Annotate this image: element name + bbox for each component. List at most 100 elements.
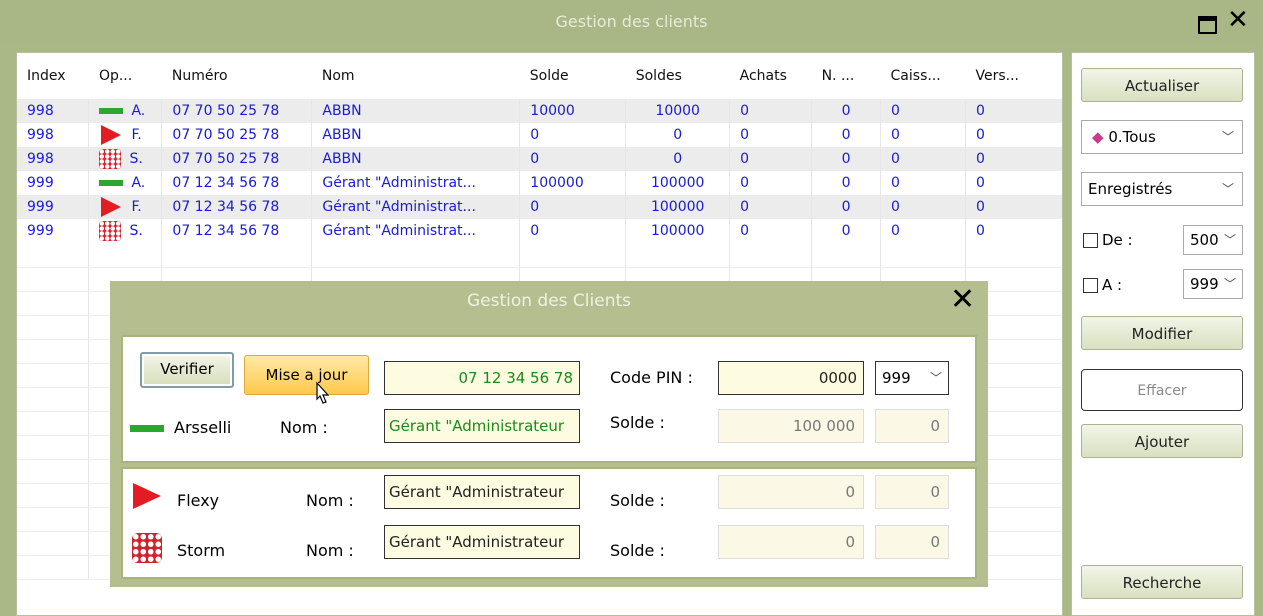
cell-op: F.: [88, 195, 163, 219]
storm-label: Storm: [177, 541, 226, 560]
cell-caiss: 0: [880, 123, 966, 147]
actualiser-button[interactable]: Actualiser: [1081, 68, 1243, 102]
de-value: 500: [1190, 231, 1219, 249]
cell-op-text: S.: [129, 223, 143, 239]
empty-cell: [17, 483, 90, 508]
cell-caiss: 0: [880, 171, 966, 195]
verifier-button[interactable]: Verifier: [140, 352, 234, 388]
chevron-down-icon: ﹀: [1223, 277, 1236, 291]
empty-cell: [965, 243, 1062, 268]
maximize-icon[interactable]: [1198, 16, 1217, 34]
empty-cell: [17, 555, 90, 580]
pin-select[interactable]: 999 ﹀: [875, 361, 949, 395]
de-select[interactable]: 500 ﹀: [1183, 225, 1243, 255]
recherche-button[interactable]: Recherche: [1081, 565, 1243, 599]
col-header-caiss[interactable]: Caiss...: [881, 53, 966, 99]
cell-nom: ABBN: [311, 147, 521, 171]
table-row[interactable]: 998 F. 07 70 50 25 78 ABBN 0 0 0 0 0 0: [17, 123, 1062, 147]
a-value: 999: [1190, 275, 1219, 293]
dialog-section-others: Flexy Nom : Gérant "Administrateur Solde…: [121, 467, 977, 579]
cell-caiss: 0: [880, 99, 966, 123]
window-title: Gestion des clients: [555, 12, 708, 31]
code-pin-field[interactable]: 0000: [718, 361, 864, 395]
cell-solde: 0: [519, 147, 627, 171]
cell-nom: Gérant "Administrat...: [311, 171, 521, 195]
cell-achats: 0: [729, 99, 813, 123]
modifier-button[interactable]: Modifier: [1081, 316, 1243, 350]
status-filter-select[interactable]: Enregistrés ﹀: [1081, 172, 1243, 206]
cell-n: 0: [811, 195, 882, 219]
table-row[interactable]: 999 A. 07 12 34 56 78 Gérant "Administrat..…: [17, 171, 1062, 195]
table-row[interactable]: 998 S. 07 70 50 25 78 ABBN 0 0 0 0 0 0: [17, 147, 1062, 171]
arsselli-nom-label: Nom :: [280, 418, 328, 437]
empty-cell: [811, 243, 882, 268]
cell-solde: 0: [519, 123, 627, 147]
col-header-index[interactable]: Index: [17, 53, 89, 99]
flexy-solde-label: Solde :: [610, 491, 665, 510]
empty-cell: [625, 243, 731, 268]
table-row[interactable]: 999 F. 07 12 34 56 78 Gérant "Administrat..…: [17, 195, 1062, 219]
cell-nom: ABBN: [311, 99, 521, 123]
storm-extra-field: 0: [875, 525, 949, 559]
col-header-op[interactable]: Op...: [89, 53, 162, 99]
cell-soldes: 0: [625, 123, 731, 147]
empty-cell: [729, 243, 813, 268]
empty-cell: [17, 267, 90, 292]
flexy-solde-field: 0: [718, 475, 864, 509]
cell-soldes: 10000: [625, 99, 731, 123]
cell-numero: 07 70 50 25 78: [161, 99, 313, 123]
operator-filter-value: 0.Tous: [1108, 128, 1156, 146]
ajouter-button[interactable]: Ajouter: [1081, 424, 1243, 458]
cell-soldes: 100000: [625, 219, 731, 243]
cell-soldes: 0: [625, 147, 731, 171]
empty-cell: [88, 243, 163, 268]
flexy-extra-field: 0: [875, 475, 949, 509]
cell-numero: 07 12 34 56 78: [161, 195, 313, 219]
close-icon[interactable]: ✕: [1227, 7, 1249, 33]
green-bar-icon: [99, 108, 124, 114]
arsselli-logo-icon: [130, 425, 164, 432]
chevron-down-icon: ﹀: [1221, 182, 1234, 196]
col-header-numero[interactable]: Numéro: [162, 53, 312, 99]
cell-vers: 0: [965, 123, 1062, 147]
table-row[interactable]: 998 A. 07 70 50 25 78 ABBN 10000 10000 0 0 0 0: [17, 99, 1062, 123]
de-label: De :: [1102, 231, 1133, 249]
col-header-n[interactable]: N. ...: [812, 53, 881, 99]
cell-achats: 0: [729, 123, 813, 147]
storm-nom-field[interactable]: Gérant "Administrateur: [384, 525, 580, 559]
empty-cell: [17, 243, 90, 268]
table-row[interactable]: 999 S. 07 12 34 56 78 Gérant "Administrat..…: [17, 219, 1062, 243]
a-checkbox[interactable]: [1083, 278, 1098, 293]
col-header-vers[interactable]: Vers...: [965, 53, 1062, 99]
cell-achats: 0: [729, 195, 813, 219]
close-icon[interactable]: ✕: [950, 285, 975, 315]
col-header-soldes[interactable]: Soldes: [626, 53, 730, 99]
a-select[interactable]: 999 ﹀: [1183, 269, 1243, 299]
cell-caiss: 0: [880, 219, 966, 243]
cell-index: 999: [17, 195, 90, 219]
empty-cell: [17, 363, 90, 388]
col-header-solde[interactable]: Solde: [520, 53, 626, 99]
cell-op-text: S.: [129, 151, 143, 167]
cell-op-text: F.: [131, 199, 142, 215]
col-header-nom[interactable]: Nom: [312, 53, 520, 99]
de-checkbox[interactable]: [1083, 233, 1098, 248]
mise-a-jour-button[interactable]: Mise a jour: [244, 355, 369, 395]
table-header-row: Index Op... Numéro Nom Solde Soldes Acha…: [17, 53, 1062, 99]
mouse-pointer-icon: [316, 381, 330, 404]
red-dots-icon: [99, 221, 122, 241]
arsselli-extra-field: 0: [875, 409, 949, 443]
operator-filter-select[interactable]: ◆ 0.Tous ﹀: [1081, 120, 1243, 154]
empty-cell: [519, 243, 627, 268]
col-header-achats[interactable]: Achats: [730, 53, 812, 99]
cell-soldes: 100000: [625, 195, 731, 219]
cell-numero: 07 70 50 25 78: [161, 123, 313, 147]
flexy-nom-field[interactable]: Gérant "Administrateur: [384, 475, 580, 509]
cell-op: S.: [88, 147, 163, 171]
cell-index: 999: [17, 219, 90, 243]
cell-achats: 0: [729, 147, 813, 171]
effacer-button[interactable]: Effacer: [1081, 369, 1243, 411]
arsselli-nom-field[interactable]: Gérant "Administrateur: [384, 409, 580, 443]
cell-numero: 07 12 34 56 78: [161, 219, 313, 243]
numero-field[interactable]: 07 12 34 56 78: [384, 361, 580, 395]
